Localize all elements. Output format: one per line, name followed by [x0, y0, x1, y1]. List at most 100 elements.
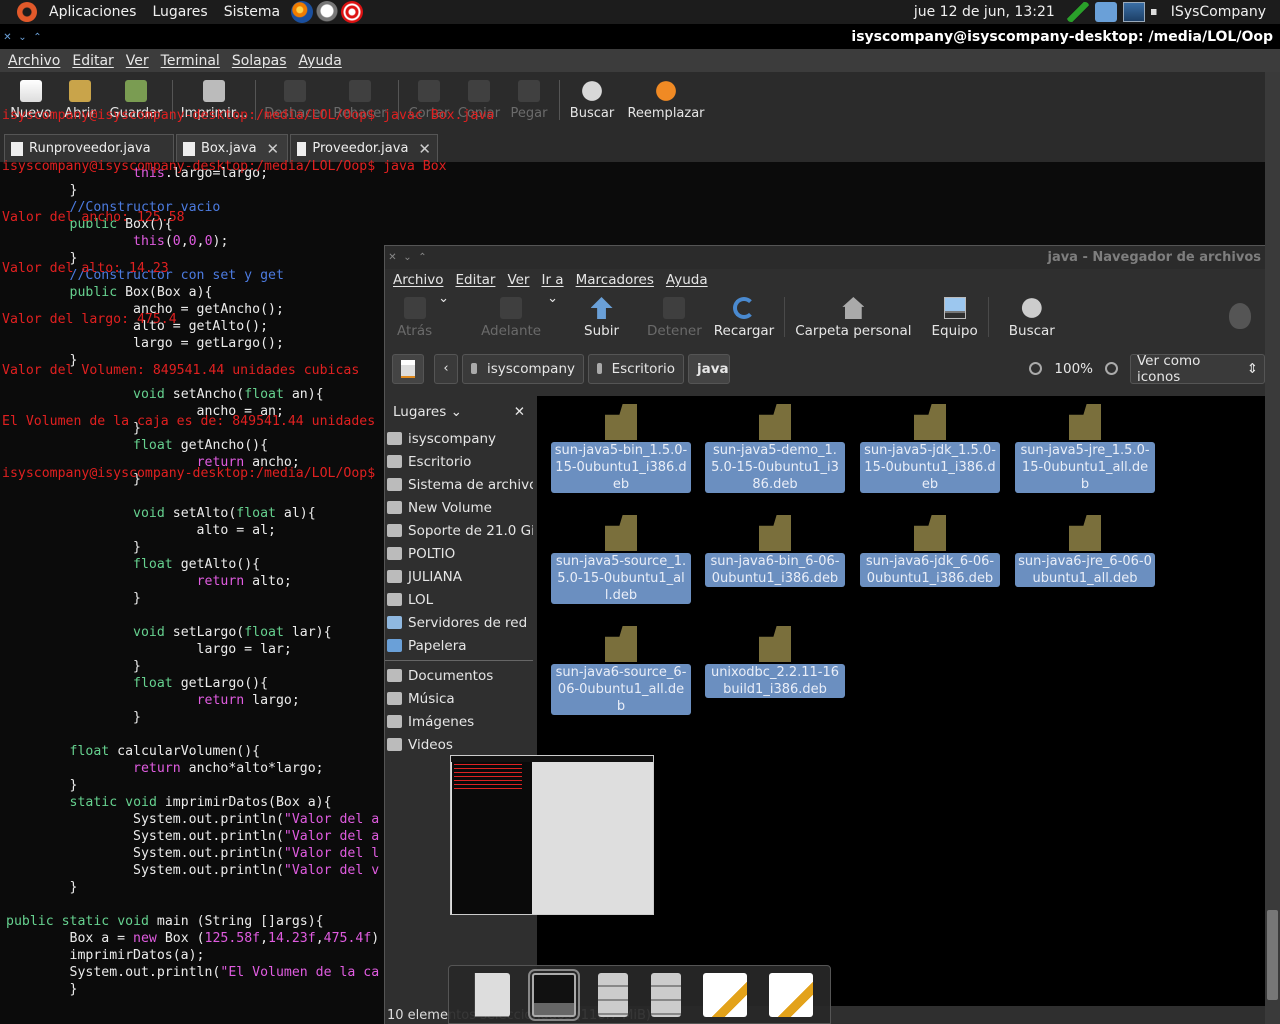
sidebar-bookmark[interactable]: Música — [385, 687, 533, 710]
sidebar-bookmark[interactable]: Videos — [385, 733, 533, 756]
terminal-scrollbar[interactable] — [1265, 72, 1280, 1024]
sidebar-item-label: Sistema de archivos — [408, 476, 533, 493]
file-name: sun-java6-source_6-06-0ubuntu1_all.deb — [551, 664, 691, 715]
file-item[interactable]: sun-java5-jre_1.5.0-15-0ubuntu1_all.deb — [1015, 404, 1155, 493]
path-button-java[interactable]: java — [688, 353, 730, 384]
sidebar-select[interactable]: Lugares ⌄ — [393, 404, 462, 420]
file-item[interactable]: sun-java5-jdk_1.5.0-15-0ubuntu1_i386.deb — [860, 404, 1000, 493]
file-item[interactable]: sun-java6-source_6-06-0ubuntu1_all.deb — [551, 626, 691, 715]
file-item[interactable]: sun-java5-bin_1.5.0-15-0ubuntu1_i386.deb — [551, 404, 691, 493]
sidebar-item[interactable]: Escritorio — [385, 450, 533, 473]
package-icon — [1069, 515, 1101, 551]
menu-sistema[interactable]: Sistema — [216, 4, 288, 20]
sidebar-item[interactable]: Servidores de red — [385, 611, 533, 634]
terminal-menu-ayuda[interactable]: Ayuda — [293, 53, 348, 69]
file-cabinet-icon[interactable] — [650, 972, 681, 1017]
sidebar-item[interactable]: Soporte de 21.0 GiB — [385, 519, 533, 542]
scrollbar-thumb[interactable] — [1267, 910, 1278, 1000]
terminal-titlebar[interactable]: ✕ ⌄ ⌃ isyscompany@isyscompany-desktop: /… — [0, 25, 1280, 49]
file-item[interactable]: sun-java5-source_1.5.0-15-0ubuntu1_all.d… — [551, 515, 691, 604]
sidebar-item[interactable]: JULIANA — [385, 565, 533, 588]
menu-ver[interactable]: Ver — [501, 272, 535, 288]
help-icon[interactable] — [341, 1, 364, 23]
forward-button[interactable]: Adelante — [475, 291, 547, 339]
maximize-icon[interactable]: ⌃ — [415, 252, 430, 263]
sidebar-bookmark[interactable]: Documentos — [385, 664, 533, 687]
terminal-title: isyscompany@isyscompany-desktop: /media/… — [851, 29, 1273, 45]
file-cabinet-icon[interactable] — [598, 972, 629, 1017]
file-item[interactable]: sun-java6-jdk_6-06-0ubuntu1_i386.deb — [860, 515, 1000, 587]
label: Escritorio — [611, 360, 675, 377]
chevron-down-icon[interactable]: ⌄ — [438, 291, 449, 306]
search-button[interactable]: Buscar — [1003, 291, 1061, 339]
drive-icon — [387, 524, 402, 537]
nautilus-window-icon[interactable] — [474, 972, 511, 1017]
minimize-icon[interactable]: ⌄ — [400, 252, 415, 263]
reload-button[interactable]: Recargar — [708, 291, 780, 339]
terminal-window-icon[interactable] — [528, 968, 581, 1021]
up-button[interactable]: Subir — [578, 291, 625, 339]
running-man-icon[interactable] — [1066, 2, 1089, 22]
file-item[interactable]: sun-java6-bin_6-06-0ubuntu1_i386.deb — [705, 515, 845, 587]
close-icon[interactable]: ✕ — [0, 32, 15, 43]
sidebar-item-label: Escritorio — [408, 453, 472, 470]
firefox-icon[interactable] — [291, 1, 314, 23]
menu-ir-a[interactable]: Ir a — [535, 272, 569, 288]
terminal-menu-terminal[interactable]: Terminal — [155, 53, 226, 69]
chevron-left-icon: ‹ — [443, 361, 449, 376]
chevron-down-icon[interactable]: ⌄ — [547, 291, 558, 306]
computer-button[interactable]: Equipo — [926, 291, 984, 339]
close-icon[interactable]: ✕ — [514, 404, 525, 420]
back-button[interactable]: Atrás — [391, 291, 438, 339]
edit-location-button[interactable] — [392, 353, 424, 384]
file-item[interactable]: sun-java5-demo_1.5.0-15-0ubuntu1_i386.de… — [705, 404, 845, 493]
file-item[interactable]: sun-java6-jre_6-06-0ubuntu1_all.deb — [1015, 515, 1155, 587]
text-editor-icon[interactable] — [768, 972, 813, 1017]
sidebar-item-label: isyscompany — [408, 430, 497, 447]
minimize-icon[interactable]: ⌄ — [15, 32, 30, 43]
label: Adelante — [481, 323, 542, 339]
user-menu[interactable]: ISysCompany — [1171, 4, 1266, 20]
zoom-in-icon[interactable] — [1105, 362, 1118, 375]
mail-icon[interactable] — [316, 1, 339, 23]
zoom-control: 100% — [1029, 361, 1118, 377]
close-icon[interactable]: ✕ — [385, 252, 400, 263]
sidebar-item[interactable]: POLTIO — [385, 542, 533, 565]
ubuntu-logo-icon[interactable] — [17, 2, 37, 22]
terminal-menu-archivo[interactable]: Archivo — [2, 53, 66, 69]
notes-icon[interactable] — [1094, 2, 1117, 22]
maximize-icon[interactable]: ⌃ — [30, 32, 45, 43]
menu-ayuda[interactable]: Ayuda — [660, 272, 714, 288]
path-back-button[interactable]: ‹ — [434, 353, 458, 384]
file-browser-menubar: Archivo Editar Ver Ir a Marcadores Ayuda — [385, 269, 1265, 291]
terminal-line: isyscompany@isyscompany-desktop:/media/L… — [2, 108, 495, 123]
network-icon[interactable] — [1122, 2, 1145, 22]
menu-editar[interactable]: Editar — [449, 272, 501, 288]
terminal-menu-editar[interactable]: Editar — [66, 53, 119, 69]
zoom-out-icon[interactable] — [1029, 362, 1043, 375]
menu-archivo[interactable]: Archivo — [387, 272, 449, 288]
menu-aplicaciones[interactable]: Aplicaciones — [41, 4, 144, 20]
clock[interactable]: jue 12 de jun, 13:21 — [914, 4, 1055, 20]
folder-icon — [387, 715, 402, 728]
sidebar-item[interactable]: Sistema de archivos — [385, 473, 533, 496]
terminal-menu-solapas[interactable]: Solapas — [226, 53, 293, 69]
sidebar-item[interactable]: New Volume — [385, 496, 533, 519]
home-button[interactable]: Carpeta personal — [789, 291, 917, 339]
file-browser-titlebar[interactable]: ✕ ⌄ ⌃ java - Navegador de archivos — [385, 246, 1265, 269]
volume-icon[interactable] — [1150, 2, 1165, 22]
sidebar-bookmark[interactable]: Imágenes — [385, 710, 533, 733]
stop-button[interactable]: Detener — [641, 291, 708, 339]
view-mode-select[interactable]: Ver como iconos ⇕ — [1130, 353, 1265, 385]
trash-icon — [387, 639, 402, 652]
menu-lugares[interactable]: Lugares — [144, 4, 215, 20]
path-button-escritorio[interactable]: Escritorio — [588, 353, 684, 384]
sidebar-item[interactable]: Papelera — [385, 634, 533, 657]
path-button-isyscompany[interactable]: isyscompany — [462, 353, 584, 384]
sidebar-item[interactable]: isyscompany — [385, 427, 533, 450]
sidebar-item[interactable]: LOL — [385, 588, 533, 611]
menu-marcadores[interactable]: Marcadores — [570, 272, 660, 288]
terminal-menu-ver[interactable]: Ver — [120, 53, 155, 69]
text-editor-icon[interactable] — [702, 972, 747, 1017]
file-item[interactable]: unixodbc_2.2.11-16build1_i386.deb — [705, 626, 845, 698]
